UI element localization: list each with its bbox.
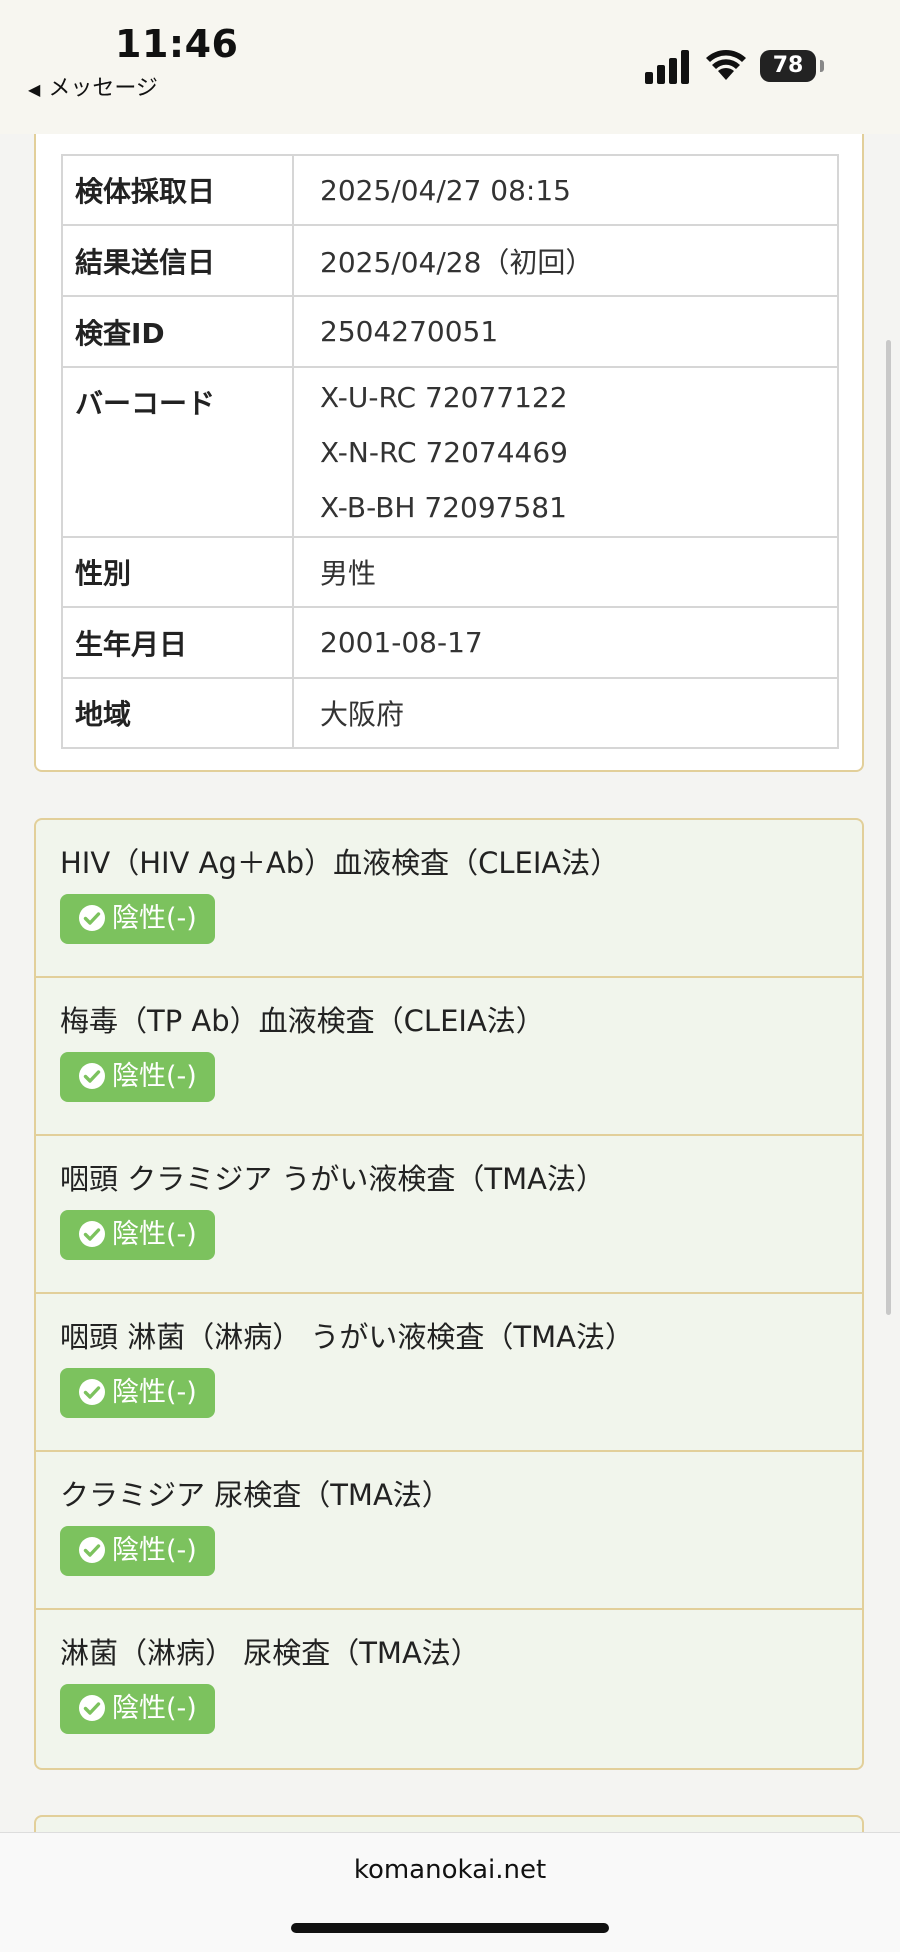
- info-label: 結果送信日: [61, 224, 294, 297]
- barcode-line: X-U-RC 72077122: [320, 380, 568, 414]
- barcode-line: X-B-BH 72097581: [320, 490, 567, 524]
- info-row-collection-date: 検体採取日 2025/04/27 08:15: [61, 154, 839, 226]
- status-badge: 陰性(-): [60, 1526, 215, 1576]
- back-label: メッセージ: [48, 76, 158, 101]
- status-text: 陰性(-): [112, 1061, 197, 1092]
- result-item: 梅毒（TP Ab）血液検査（CLEIA法） 陰性(-): [36, 978, 862, 1136]
- back-to-messages-button[interactable]: ◀ メッセージ: [28, 70, 158, 102]
- status-text: 陰性(-): [112, 903, 197, 934]
- info-row-birthdate: 生年月日 2001-08-17: [61, 606, 839, 679]
- result-title: 梅毒（TP Ab）血液検査（CLEIA法）: [60, 1004, 545, 1038]
- home-indicator[interactable]: [291, 1923, 609, 1933]
- status-badge: 陰性(-): [60, 1052, 215, 1102]
- info-label: 性別: [61, 536, 294, 608]
- info-row-region: 地域 大阪府: [61, 677, 839, 749]
- status-text: 陰性(-): [112, 1377, 197, 1408]
- info-label: 地域: [61, 677, 294, 749]
- signal-icon: [645, 50, 689, 84]
- status-text: 陰性(-): [112, 1219, 197, 1250]
- result-item: 淋菌（淋病） 尿検査（TMA法） 陰性(-): [36, 1610, 862, 1768]
- barcode-line: X-N-RC 72074469: [320, 435, 568, 469]
- result-title: クラミジア 尿検査（TMA法）: [60, 1478, 451, 1512]
- info-row-test-id: 検査ID 2504270051: [61, 295, 839, 368]
- check-circle-icon: [79, 1062, 105, 1089]
- info-value: 男性: [292, 536, 839, 608]
- result-item: HIV（HIV Ag＋Ab）血液検査（CLEIA法） 陰性(-): [36, 820, 862, 978]
- result-title: 淋菌（淋病） 尿検査（TMA法）: [60, 1636, 480, 1670]
- result-title: 咽頭 淋菌（淋病） うがい液検査（TMA法）: [60, 1320, 635, 1354]
- result-item: クラミジア 尿検査（TMA法） 陰性(-): [36, 1452, 862, 1610]
- battery-level: 78: [772, 53, 804, 78]
- check-circle-icon: [79, 904, 105, 931]
- status-badge: 陰性(-): [60, 1210, 215, 1260]
- url-text[interactable]: komanokai.net: [0, 1855, 900, 1885]
- status-badge: 陰性(-): [60, 1368, 215, 1418]
- test-results-card: HIV（HIV Ag＋Ab）血液検査（CLEIA法） 陰性(-) 梅毒（TP A…: [34, 818, 864, 1770]
- status-text: 陰性(-): [112, 1535, 197, 1566]
- info-value: 大阪府: [292, 677, 839, 749]
- status-text: 陰性(-): [112, 1693, 197, 1724]
- info-value: 2025/04/27 08:15: [292, 154, 839, 226]
- test-info-table: 検体採取日 2025/04/27 08:15 結果送信日 2025/04/28（…: [61, 154, 839, 749]
- info-value: 2001-08-17: [292, 606, 839, 679]
- status-bar: 11:46 ◀ メッセージ 78: [0, 0, 900, 134]
- check-circle-icon: [79, 1378, 105, 1405]
- scrollbar[interactable]: [886, 340, 891, 1315]
- clock: 11:46: [115, 22, 239, 66]
- info-value: 2504270051: [292, 295, 839, 368]
- result-title: 咽頭 クラミジア うがい液検査（TMA法）: [60, 1162, 606, 1196]
- info-label: 生年月日: [61, 606, 294, 679]
- result-item: 咽頭 クラミジア うがい液検査（TMA法） 陰性(-): [36, 1136, 862, 1294]
- info-value: X-U-RC 72077122 X-N-RC 72074469 X-B-BH 7…: [292, 366, 839, 538]
- check-circle-icon: [79, 1536, 105, 1563]
- status-badge: 陰性(-): [60, 894, 215, 944]
- info-row-sex: 性別 男性: [61, 536, 839, 608]
- info-label: 検査ID: [61, 295, 294, 368]
- result-item: 咽頭 淋菌（淋病） うがい液検査（TMA法） 陰性(-): [36, 1294, 862, 1452]
- info-label: 検体採取日: [61, 154, 294, 226]
- info-row-barcode: バーコード X-U-RC 72077122 X-N-RC 72074469 X-…: [61, 366, 839, 538]
- browser-url-bar[interactable]: komanokai.net: [0, 1832, 900, 1952]
- result-title: HIV（HIV Ag＋Ab）血液検査（CLEIA法）: [60, 846, 620, 880]
- check-circle-icon: [79, 1694, 105, 1721]
- test-info-card: 検体採取日 2025/04/27 08:15 結果送信日 2025/04/28（…: [34, 134, 864, 772]
- info-label: バーコード: [61, 366, 294, 538]
- check-circle-icon: [79, 1220, 105, 1247]
- wifi-icon: [706, 50, 746, 80]
- info-value: 2025/04/28（初回）: [292, 224, 839, 297]
- status-badge: 陰性(-): [60, 1684, 215, 1734]
- battery-icon: 78: [760, 50, 824, 82]
- back-arrow-icon: ◀: [28, 80, 41, 99]
- info-row-send-date: 結果送信日 2025/04/28（初回）: [61, 224, 839, 297]
